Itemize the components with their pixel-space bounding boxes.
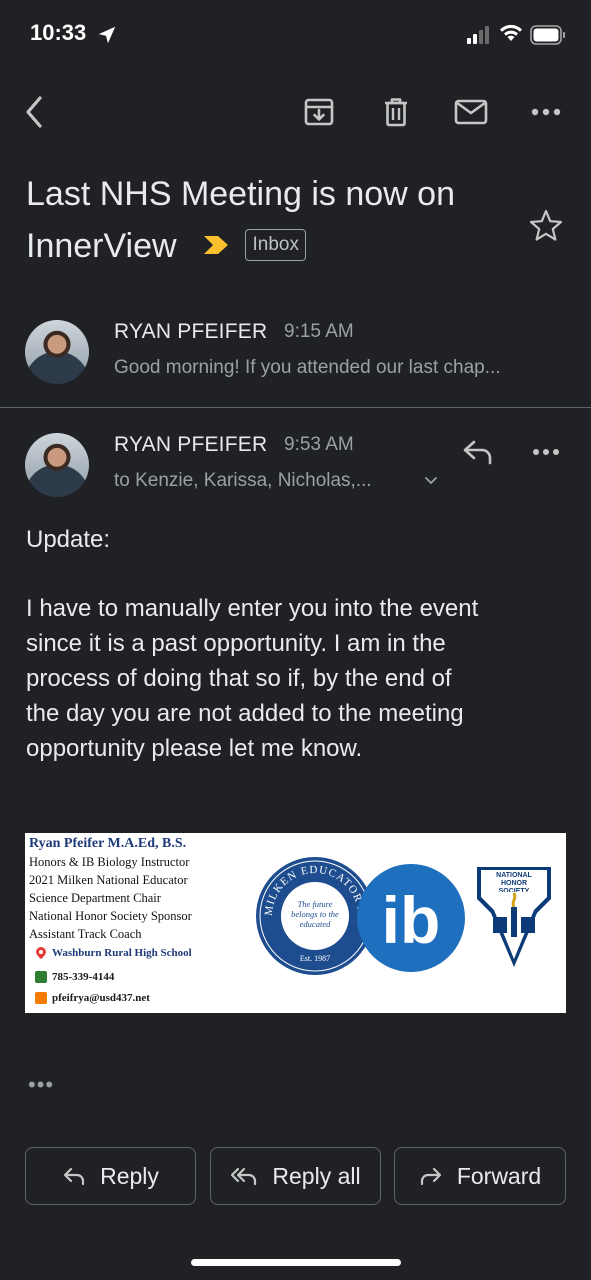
body-greeting: Update: xyxy=(26,526,111,553)
chevron-left-icon xyxy=(26,96,42,128)
signature-line: National Honor Society Sponsor xyxy=(29,909,192,923)
message-time: 9:53 AM xyxy=(284,434,354,455)
sender-name: RYAN PFEIFER xyxy=(114,433,268,456)
message-time: 9:15 AM xyxy=(284,321,354,342)
reply-icon[interactable] xyxy=(462,438,494,466)
status-time: 10:33 xyxy=(30,20,87,45)
signature-line: Science Department Chair xyxy=(29,891,161,905)
nhs-emblem: NATIONAL HONOR SOCIETY xyxy=(477,867,551,967)
reply-all-icon xyxy=(231,1167,257,1186)
message-divider xyxy=(0,407,591,408)
inbox-label-chip[interactable]: Inbox xyxy=(245,229,306,262)
reply-icon xyxy=(63,1167,85,1186)
forward-label: Forward xyxy=(456,1162,542,1189)
delete-button[interactable] xyxy=(378,94,414,130)
signature-line: Assistant Track Coach xyxy=(29,927,142,941)
cellular-signal-icon xyxy=(467,26,489,44)
phone-number: 785-339-4144 xyxy=(52,971,115,983)
seal-center-text: The future belongs to the educated xyxy=(291,899,339,929)
forward-button[interactable]: Forward xyxy=(394,1147,566,1205)
more-options-button[interactable] xyxy=(528,94,564,130)
signature-school: Washburn Rural High School xyxy=(35,946,192,960)
important-marker-icon[interactable] xyxy=(202,219,230,271)
reply-button[interactable]: Reply xyxy=(25,1147,196,1205)
mark-unread-button[interactable] xyxy=(453,94,489,130)
email-address: pfeifrya@usd437.net xyxy=(52,992,150,1004)
body-line: process of doing that so if, by the end … xyxy=(26,665,452,692)
signature-line: 2021 Milken National Educator xyxy=(29,873,188,887)
sender-avatar[interactable] xyxy=(25,320,89,384)
sender-name: RYAN PFEIFER xyxy=(114,320,268,343)
more-horizontal-icon xyxy=(531,108,561,116)
location-arrow-icon xyxy=(98,26,116,44)
ib-logo-text: ib xyxy=(382,883,441,957)
ib-logo: ib xyxy=(357,864,465,972)
subject-text: Last NHS Meeting is now on InnerView xyxy=(26,175,455,265)
show-trimmed-content-button[interactable]: ••• xyxy=(28,1072,54,1098)
mail-icon xyxy=(454,99,488,125)
expand-details-chevron-icon[interactable] xyxy=(424,476,438,486)
body-line: since it is a past opportunity. I am in … xyxy=(26,630,446,657)
battery-icon xyxy=(530,25,565,45)
forward-icon xyxy=(420,1167,441,1186)
more-horizontal-icon[interactable] xyxy=(532,448,560,456)
sender-avatar[interactable] xyxy=(25,433,89,497)
wifi-icon xyxy=(500,24,522,41)
reply-label: Reply xyxy=(100,1162,159,1189)
trash-icon xyxy=(385,98,407,127)
reply-all-button[interactable]: Reply all xyxy=(210,1147,381,1205)
signature-line: Honors & IB Biology Instructor xyxy=(29,855,190,869)
body-line: I have to manually enter you into the ev… xyxy=(26,595,479,622)
school-name: Washburn Rural High School xyxy=(52,947,192,959)
recipients-line[interactable]: to Kenzie, Karissa, Nicholas,... xyxy=(114,470,372,492)
envelope-icon xyxy=(35,992,47,1004)
back-button[interactable] xyxy=(16,94,52,130)
email-signature: Ryan Pfeifer M.A.Ed, B.S. Honors & IB Bi… xyxy=(25,833,566,1013)
message-snippet[interactable]: Good morning! If you attended our last c… xyxy=(114,357,501,379)
home-indicator[interactable] xyxy=(191,1259,401,1266)
map-pin-icon xyxy=(36,947,46,959)
reply-all-label: Reply all xyxy=(272,1162,361,1189)
signature-phone: 785-339-4144 xyxy=(35,971,114,983)
body-line: the day you are not added to the meeting xyxy=(26,700,464,727)
email-subject: Last NHS Meeting is now on InnerView Inb… xyxy=(26,168,506,272)
archive-icon xyxy=(304,98,334,126)
signature-name: Ryan Pfeifer M.A.Ed, B.S. xyxy=(29,836,187,851)
seal-est-text: Est. 1987 xyxy=(300,954,330,963)
body-line: opportunity please let me know. xyxy=(26,735,363,762)
signature-email: pfeifrya@usd437.net xyxy=(35,992,150,1004)
archive-button[interactable] xyxy=(301,94,337,130)
nhs-emblem-text: NATIONAL HONOR SOCIETY xyxy=(496,872,532,892)
phone-icon xyxy=(35,971,47,983)
star-icon[interactable] xyxy=(528,208,564,244)
